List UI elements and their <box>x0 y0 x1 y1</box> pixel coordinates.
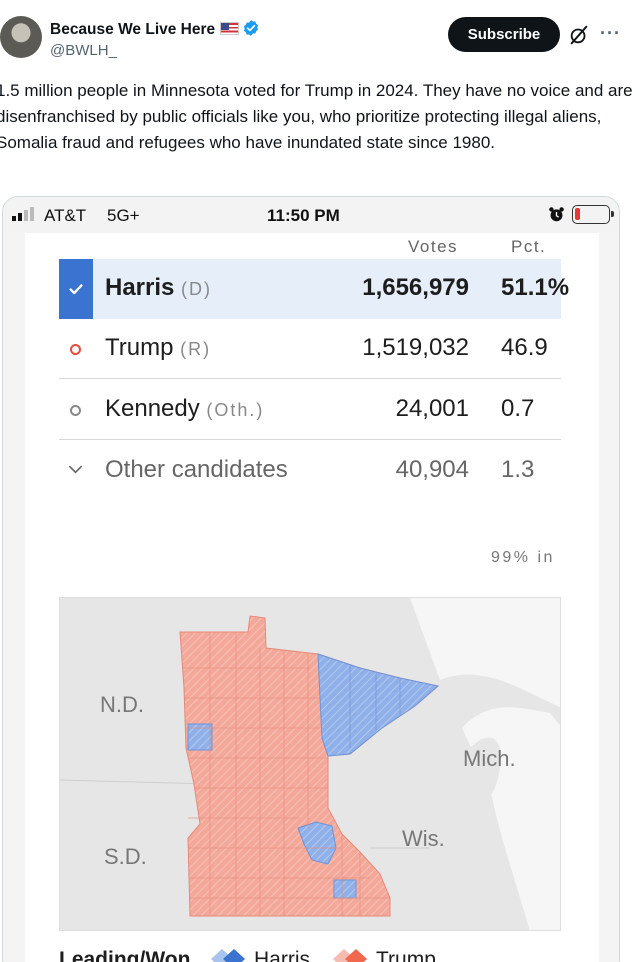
reporting-status: 99% in <box>491 549 555 566</box>
candidate-pct: 51.1% <box>501 274 570 301</box>
trump-legend-swatch-icon <box>333 949 367 962</box>
carrier-label: AT&T <box>44 206 87 225</box>
candidate-name: Other candidates <box>105 456 288 483</box>
chevron-down-icon[interactable] <box>68 462 83 477</box>
candidate-votes: 1,519,032 <box>362 334 469 361</box>
legend-label-trump: Trump <box>376 948 436 962</box>
candidate-party: (Oth.) <box>206 400 265 420</box>
alarm-icon <box>549 207 564 222</box>
legend-title: Leading/Won <box>59 948 191 962</box>
trump-dot-icon <box>70 344 81 355</box>
clock-label: 11:50 PM <box>267 206 340 225</box>
map-label-mich: Mich. <box>463 746 516 771</box>
votes-column-header: Votes <box>408 237 459 256</box>
candidate-party: (D) <box>181 279 213 299</box>
candidate-name-text: Trump <box>105 334 174 361</box>
candidate-votes: 1,656,979 <box>362 274 469 301</box>
legend-label-harris: Harris <box>254 948 310 962</box>
battery-icon <box>572 205 614 224</box>
candidate-party: (R) <box>180 339 212 359</box>
map-label-nd: N.D. <box>100 692 144 717</box>
author-avatar[interactable] <box>0 16 42 58</box>
candidate-row-harris[interactable]: Harris (D) 1,656,979 51.1% <box>59 259 569 319</box>
map-label-wis: Wis. <box>402 826 445 851</box>
candidate-pct: 0.7 <box>501 395 535 422</box>
candidate-pct: 46.9 <box>501 334 548 361</box>
harris-legend-swatch-icon <box>211 949 245 962</box>
us-flag-icon <box>220 22 240 35</box>
network-label: 5G+ <box>107 206 140 225</box>
author-handle[interactable]: @BWLH_ <box>50 42 117 59</box>
grok-icon[interactable] <box>568 24 590 46</box>
candidate-name: Harris (D) <box>105 274 212 302</box>
subscribe-button[interactable]: Subscribe <box>448 17 560 52</box>
tweet-media-image[interactable]: AT&T 5G+ 11:50 PM Votes Pct. Harris (D) … <box>2 196 620 962</box>
battery-level-fill <box>575 208 580 220</box>
tweet-text: 1.5 million people in Minnesota voted fo… <box>0 81 633 152</box>
candidate-row-other[interactable]: Other candidates 40,904 1.3 <box>59 441 561 501</box>
winner-check-icon <box>59 259 93 319</box>
candidate-pct: 1.3 <box>501 456 535 483</box>
pct-column-header: Pct. <box>511 237 547 256</box>
candidate-name: Kennedy (Oth.) <box>105 395 264 423</box>
county-results-map[interactable]: N.D. S.D. Wis. Mich. <box>59 597 561 931</box>
kennedy-dot-icon <box>70 405 81 416</box>
verified-badge-icon <box>244 20 259 36</box>
candidate-name: Trump (R) <box>105 334 211 362</box>
candidate-votes: 24,001 <box>395 395 469 422</box>
author-name[interactable]: Because We Live Here <box>50 19 260 39</box>
map-legend: Leading/Won Harris Trump <box>59 944 579 962</box>
candidate-name-text: Harris <box>105 274 175 301</box>
author-name-text[interactable]: Because We Live Here <box>50 21 215 38</box>
candidate-row-trump[interactable]: Trump (R) 1,519,032 46.9 <box>59 319 561 379</box>
phone-status-bar: AT&T 5G+ 11:50 PM <box>3 197 619 233</box>
map-label-sd: S.D. <box>104 844 147 869</box>
signal-icon <box>12 207 34 221</box>
results-card: Votes Pct. Harris (D) 1,656,979 51.1% Tr… <box>25 233 599 962</box>
more-icon[interactable]: ··· <box>600 23 621 44</box>
candidate-votes: 40,904 <box>395 456 469 483</box>
candidate-row-kennedy[interactable]: Kennedy (Oth.) 24,001 0.7 <box>59 380 561 440</box>
candidate-name-text: Kennedy <box>105 395 200 422</box>
